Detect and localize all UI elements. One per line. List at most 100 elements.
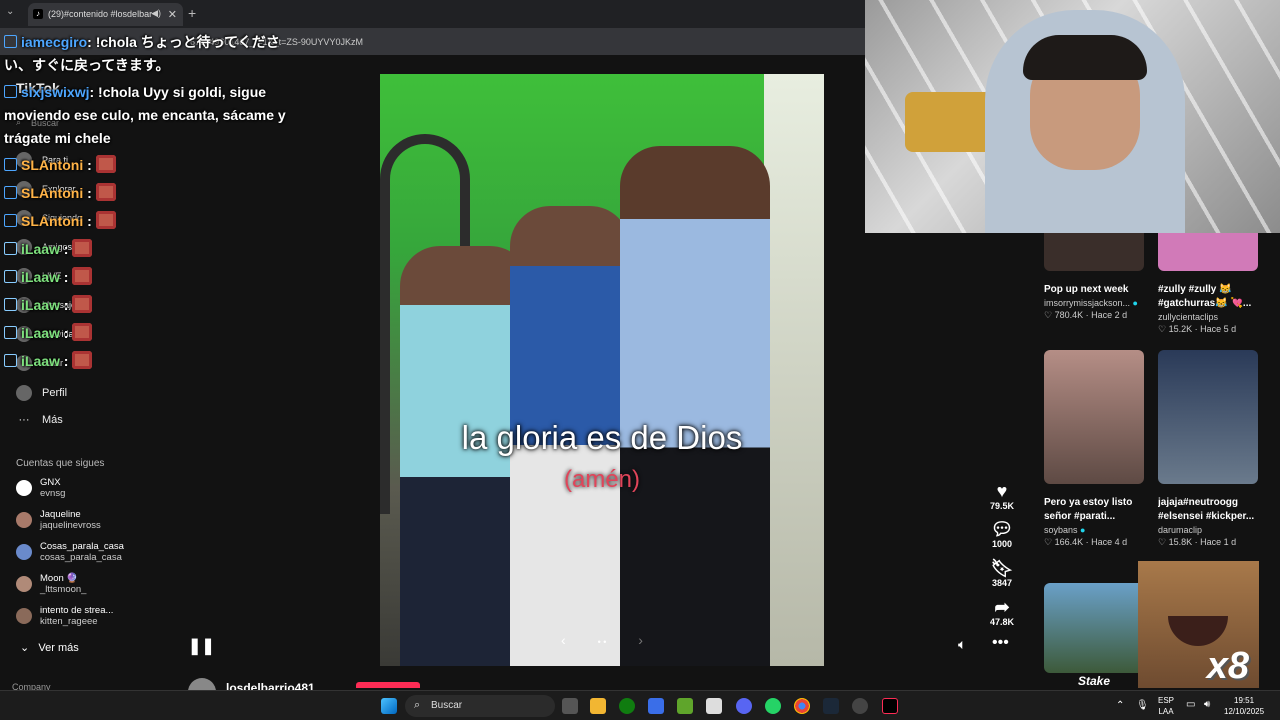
- recommended-video[interactable]: jajaja#neutroogg #elsensei #kickper... d…: [1158, 350, 1258, 548]
- emote-icon: [95, 155, 116, 173]
- xbox-icon[interactable]: [619, 698, 635, 714]
- video-thumbnail: [1158, 350, 1258, 484]
- tab-close-button[interactable]: ✕: [168, 8, 177, 21]
- avatar: [16, 544, 32, 560]
- following-account[interactable]: Moon 🔮 _lttsmoon_: [16, 573, 86, 595]
- chat-message: iLaaw :: [4, 322, 93, 345]
- chat-message: SLAntoni :: [4, 182, 116, 205]
- avatar: [16, 576, 32, 592]
- follow-button[interactable]: [356, 682, 420, 688]
- browser-tab[interactable]: ♪ (29)#contenido #losdelbar ◀) ✕: [28, 3, 183, 26]
- file-explorer-icon[interactable]: [590, 698, 606, 714]
- video-date: Hace 4 d: [1091, 537, 1128, 547]
- language-indicator[interactable]: ESP LAA: [1158, 695, 1174, 717]
- minecraft-icon[interactable]: [677, 698, 693, 714]
- save-button[interactable]: 🔖︎ 3847: [984, 558, 1020, 588]
- share-button[interactable]: ➦ 47.8K: [984, 597, 1020, 627]
- carousel-next-button[interactable]: ›: [638, 632, 643, 648]
- microphone-icon[interactable]: 🎙︎: [1136, 700, 1149, 711]
- chrome-icon[interactable]: [794, 698, 810, 714]
- chat-text: :: [59, 325, 69, 341]
- meme-multiplier: x8: [1206, 645, 1249, 687]
- chat-message: iamecgiro: !chola ちょっと待ってくださ: [4, 31, 280, 54]
- chat-message-cont: い、すぐに戻ってきます。: [4, 57, 170, 73]
- store-icon[interactable]: [648, 698, 664, 714]
- pause-button[interactable]: ❚❚: [188, 636, 215, 656]
- discord-icon[interactable]: [736, 698, 752, 714]
- video-date: Hace 5 d: [1200, 324, 1237, 334]
- windows-taskbar: ⌕ Buscar ⌃ 🎙︎ ESP LAA ▭ 🔊︎ 19:51 12/10/2025: [0, 690, 1280, 720]
- account-name: Jaqueline: [40, 509, 81, 520]
- emote-icon: [72, 239, 93, 257]
- verified-icon: ●: [1132, 298, 1138, 308]
- video-likes: 166.4K: [1054, 537, 1084, 547]
- recommended-video[interactable]: [1044, 583, 1144, 673]
- tray-chevron-icon[interactable]: ⌃: [1116, 700, 1124, 711]
- tab-audio-icon[interactable]: ◀): [151, 8, 161, 19]
- account-handle: cosas_parala_casa: [40, 552, 122, 563]
- platform-icon: [4, 85, 17, 98]
- video-title: #zully #zully 😹 #gatchurras😹 💘...: [1158, 284, 1252, 309]
- chat-message: iLaaw :: [4, 350, 93, 373]
- following-account[interactable]: Cosas_parala_casa cosas_parala_casa: [16, 541, 124, 563]
- task-view-icon[interactable]: [562, 698, 578, 714]
- recommended-video[interactable]: Pero ya estoy listo señor #parati... soy…: [1044, 350, 1144, 548]
- clock[interactable]: 19:51 12/10/2025: [1224, 695, 1264, 717]
- more-dots-icon: ···: [18, 414, 30, 426]
- chat-message: SLAntoni :: [4, 154, 116, 177]
- chat-message: SLAntoni :: [4, 210, 116, 233]
- clock-date: 12/10/2025: [1224, 707, 1265, 716]
- chat-text: :: [83, 157, 92, 173]
- language-code: ESP: [1158, 696, 1175, 705]
- following-account[interactable]: Jaqueline jaquelinevross: [16, 509, 101, 531]
- app-icon[interactable]: [706, 698, 722, 714]
- tiktok-app-icon[interactable]: [882, 698, 898, 714]
- account-handle: _lttsmoon_: [40, 584, 87, 595]
- carousel-controls: ‹ • • ›: [380, 632, 824, 648]
- video-author: zullycientaclips: [1158, 312, 1219, 322]
- video-thumbnail: [1044, 233, 1144, 271]
- tab-search-icon[interactable]: ⌄: [6, 6, 14, 17]
- nav-perfil[interactable]: Perfil: [16, 385, 67, 401]
- taskbar-search[interactable]: ⌕ Buscar: [405, 695, 555, 717]
- comment-button[interactable]: 💬︎ 1000: [984, 519, 1020, 549]
- browser-tabbar: ⌄ ♪ (29)#contenido #losdelbar ◀) ✕ +: [0, 0, 865, 28]
- video-likes: 15.2K: [1168, 324, 1193, 334]
- steam-icon[interactable]: [823, 698, 839, 714]
- avatar: [16, 608, 32, 624]
- recommended-video[interactable]: #zully #zully 😹 #gatchurras😹 💘... zullyc…: [1158, 233, 1258, 335]
- chat-user: iLaaw: [21, 353, 60, 369]
- chat-user: iLaaw: [21, 297, 60, 313]
- recommended-video[interactable]: Pop up next week imsorrymissjackson... ●…: [1044, 233, 1144, 321]
- following-account[interactable]: GNX evnsg: [16, 477, 65, 499]
- whatsapp-icon[interactable]: [765, 698, 781, 714]
- heart-outline-icon: ♡: [1158, 537, 1167, 547]
- see-more-label: Ver más: [38, 642, 79, 654]
- video-player[interactable]: la gloria es de Dios (amén) ‹ • • ›: [380, 74, 824, 666]
- share-count: 47.8K: [989, 617, 1015, 627]
- chat-text: :: [59, 297, 69, 313]
- network-icon[interactable]: ▭: [1186, 699, 1195, 710]
- video-date: Hace 2 d: [1091, 310, 1128, 320]
- author-bar: losdelbarrio481: [176, 668, 866, 706]
- windows-start-icon[interactable]: [381, 698, 397, 714]
- video-author: darumaclip: [1158, 525, 1203, 535]
- tab-title: (29)#contenido #losdelbar: [48, 9, 153, 19]
- chat-user: iLaaw: [21, 241, 60, 257]
- carousel-prev-button[interactable]: ‹: [561, 632, 566, 648]
- volume-icon[interactable]: 🔈︎: [958, 636, 966, 653]
- nav-label: Perfil: [42, 387, 68, 399]
- more-options-button[interactable]: •••: [992, 634, 1009, 652]
- nav-mas[interactable]: ··· Más: [16, 414, 63, 426]
- speaker-icon[interactable]: 🔊︎: [1204, 699, 1210, 710]
- chat-user: iLaaw: [21, 269, 60, 285]
- like-button[interactable]: ♥ 79.5K: [984, 481, 1020, 511]
- following-account[interactable]: intento de strea... kitten_rageee: [16, 605, 113, 627]
- avatar: [16, 480, 32, 496]
- obs-icon[interactable]: [852, 698, 868, 714]
- new-tab-button[interactable]: +: [188, 5, 196, 21]
- share-icon: ➦: [994, 597, 1010, 617]
- kick-icon: [4, 242, 17, 255]
- see-more-button[interactable]: ⌄ Ver más: [20, 641, 79, 654]
- kick-icon: [4, 298, 17, 311]
